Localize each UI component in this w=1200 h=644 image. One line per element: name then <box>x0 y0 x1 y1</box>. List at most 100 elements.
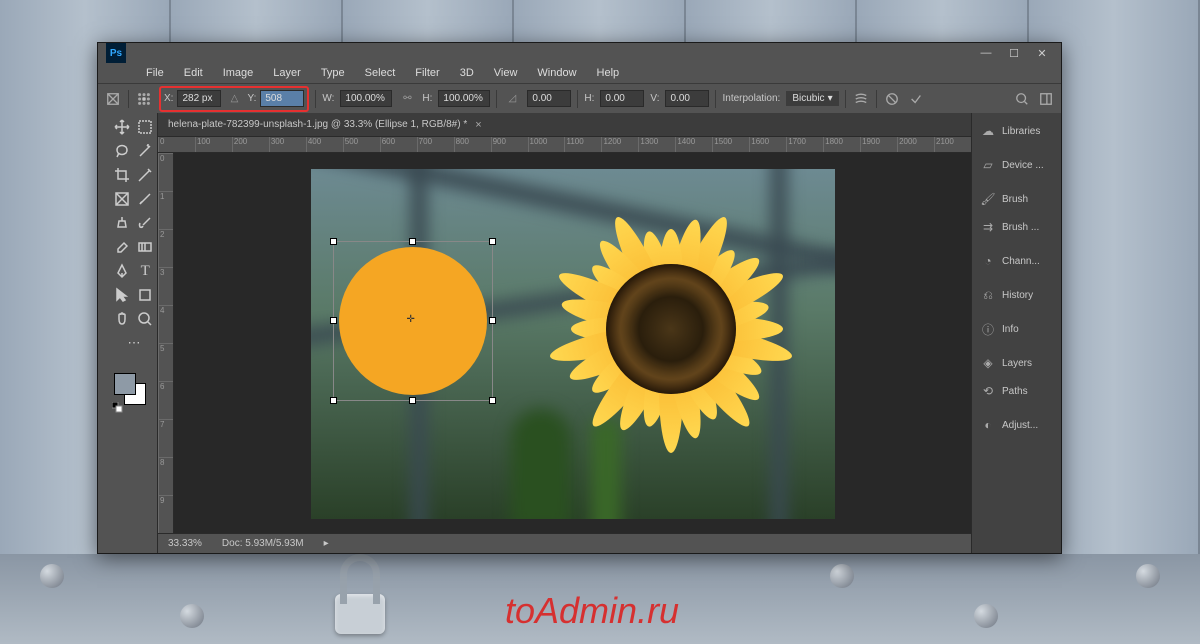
eyedropper-tool[interactable] <box>134 163 158 187</box>
doc-size[interactable]: Doc: 5.93M/5.93M <box>222 538 304 549</box>
default-swatch-icon[interactable] <box>112 401 124 413</box>
menu-view[interactable]: View <box>486 65 526 81</box>
link-icon[interactable]: ⚯ <box>398 90 416 108</box>
menu-help[interactable]: Help <box>589 65 628 81</box>
zoom-level[interactable]: 33.33% <box>168 538 202 549</box>
color-swatches[interactable] <box>110 373 157 413</box>
menubar: FileEditImageLayerTypeSelectFilter 3DView… <box>98 63 1061 83</box>
menu-edit[interactable]: Edit <box>176 65 211 81</box>
info-icon: ⓘ <box>980 321 996 337</box>
frame-tool[interactable] <box>110 187 134 211</box>
magic-wand-tool[interactable] <box>134 139 158 163</box>
panel-brush[interactable]: 🖌Brush <box>972 185 1061 213</box>
marquee-tool[interactable] <box>134 115 158 139</box>
move-tool[interactable] <box>110 115 134 139</box>
foreground-swatch[interactable] <box>114 373 136 395</box>
panel-libraries[interactable]: ☁Libraries <box>972 117 1061 145</box>
w-label: W: <box>322 93 334 104</box>
hand-tool[interactable] <box>110 307 134 331</box>
panel-device[interactable]: ▱Device ... <box>972 151 1061 179</box>
commit-transform-icon[interactable] <box>907 90 925 108</box>
handle-mid-left[interactable] <box>330 317 337 324</box>
handle-bottom-left[interactable] <box>330 397 337 404</box>
pen-tool[interactable] <box>110 259 134 283</box>
transform-bounding-box[interactable] <box>333 241 493 401</box>
ruler-horizontal: 0100200300400500600700800900100011001200… <box>158 137 971 153</box>
search-icon[interactable] <box>1013 90 1031 108</box>
panel-history[interactable]: ⎌History <box>972 281 1061 309</box>
menu-file[interactable]: File <box>138 65 172 81</box>
warp-icon[interactable] <box>852 90 870 108</box>
panel-adjust[interactable]: ◐Adjust... <box>972 411 1061 439</box>
y-input[interactable] <box>260 90 304 107</box>
delta-icon[interactable]: △ <box>225 90 243 108</box>
gradient-tool[interactable] <box>134 235 158 259</box>
transform-tool-icon[interactable] <box>104 90 122 108</box>
handle-top-center[interactable] <box>409 238 416 245</box>
panel-brush[interactable]: ⇉Brush ... <box>972 213 1061 241</box>
maximize-button[interactable]: ☐ <box>1007 46 1021 60</box>
panel-paths[interactable]: ⟲Paths <box>972 377 1061 405</box>
panel-info[interactable]: ⓘInfo <box>972 315 1061 343</box>
menu-image[interactable]: Image <box>215 65 262 81</box>
statusbar: 33.33% Doc: 5.93M/5.93M ▸ <box>158 533 971 553</box>
menu-filter[interactable]: Filter <box>407 65 447 81</box>
w-input[interactable] <box>340 90 392 107</box>
menu-3d[interactable]: 3D <box>452 65 482 81</box>
adjust-icon: ◐ <box>980 417 996 433</box>
chevron-down-icon: ▾ <box>828 93 833 104</box>
angle-icon: ◿ <box>503 90 521 108</box>
clone-stamp-tool[interactable] <box>110 211 134 235</box>
minimize-button[interactable]: — <box>979 46 993 60</box>
handle-center[interactable] <box>409 317 416 324</box>
toolbox: T ⋯ <box>110 113 158 553</box>
edit-toolbar[interactable]: ⋯ <box>110 331 158 355</box>
h-input[interactable] <box>438 90 490 107</box>
workspace-icon[interactable] <box>1037 90 1055 108</box>
reference-point-icon[interactable] <box>135 90 153 108</box>
lasso-tool[interactable] <box>110 139 134 163</box>
angle-input[interactable] <box>527 90 571 107</box>
history-brush-tool[interactable] <box>134 211 158 235</box>
handle-bottom-right[interactable] <box>489 397 496 404</box>
handle-top-left[interactable] <box>330 238 337 245</box>
document-tab[interactable]: helena-plate-782399-unsplash-1.jpg @ 33.… <box>158 113 971 137</box>
skew-v-input[interactable] <box>665 90 709 107</box>
brush-icon: 🖌 <box>980 191 996 207</box>
right-panels: ☁Libraries ▱Device ... 🖌Brush⇉Brush ... ◔Ch… <box>971 113 1061 553</box>
photoshop-logo-icon: Ps <box>106 43 126 63</box>
interp-dropdown[interactable]: Bicubic▾ <box>786 91 838 106</box>
sunflower-image <box>521 179 821 479</box>
eraser-tool[interactable] <box>110 235 134 259</box>
h-label: H: <box>422 93 432 104</box>
path-selection-tool[interactable] <box>110 283 134 307</box>
photoshop-window: Ps — ☐ ✕ FileEditImageLayerTypeSelectFil… <box>97 42 1062 554</box>
close-button[interactable]: ✕ <box>1035 46 1049 60</box>
close-tab-icon[interactable]: × <box>475 119 481 131</box>
statusbar-arrow-icon[interactable]: ▸ <box>324 538 329 549</box>
menu-layer[interactable]: Layer <box>265 65 309 81</box>
handle-mid-right[interactable] <box>489 317 496 324</box>
x-input[interactable] <box>177 90 221 107</box>
document-canvas[interactable] <box>311 169 835 519</box>
handle-bottom-center[interactable] <box>409 397 416 404</box>
canvas-area[interactable] <box>174 153 971 533</box>
handle-top-right[interactable] <box>489 238 496 245</box>
cancel-transform-icon[interactable] <box>883 90 901 108</box>
x-label: X: <box>164 93 173 104</box>
skew-h-label: H: <box>584 93 594 104</box>
shape-tool[interactable] <box>134 283 158 307</box>
brush-tool[interactable] <box>134 187 158 211</box>
skew-h-input[interactable] <box>600 90 644 107</box>
panel-layers[interactable]: ◈Layers <box>972 349 1061 377</box>
type-tool[interactable]: T <box>134 259 158 283</box>
crop-tool[interactable] <box>110 163 134 187</box>
menu-select[interactable]: Select <box>357 65 404 81</box>
menu-type[interactable]: Type <box>313 65 353 81</box>
menu-window[interactable]: Window <box>529 65 584 81</box>
interp-label: Interpolation: <box>722 93 780 104</box>
zoom-tool[interactable] <box>134 307 158 331</box>
panel-chann[interactable]: ◔Chann... <box>972 247 1061 275</box>
skew-v-label: V: <box>650 93 659 104</box>
options-bar: X: △ Y: W: ⚯ H: ◿ H: V: Interpolation: B… <box>98 83 1061 113</box>
